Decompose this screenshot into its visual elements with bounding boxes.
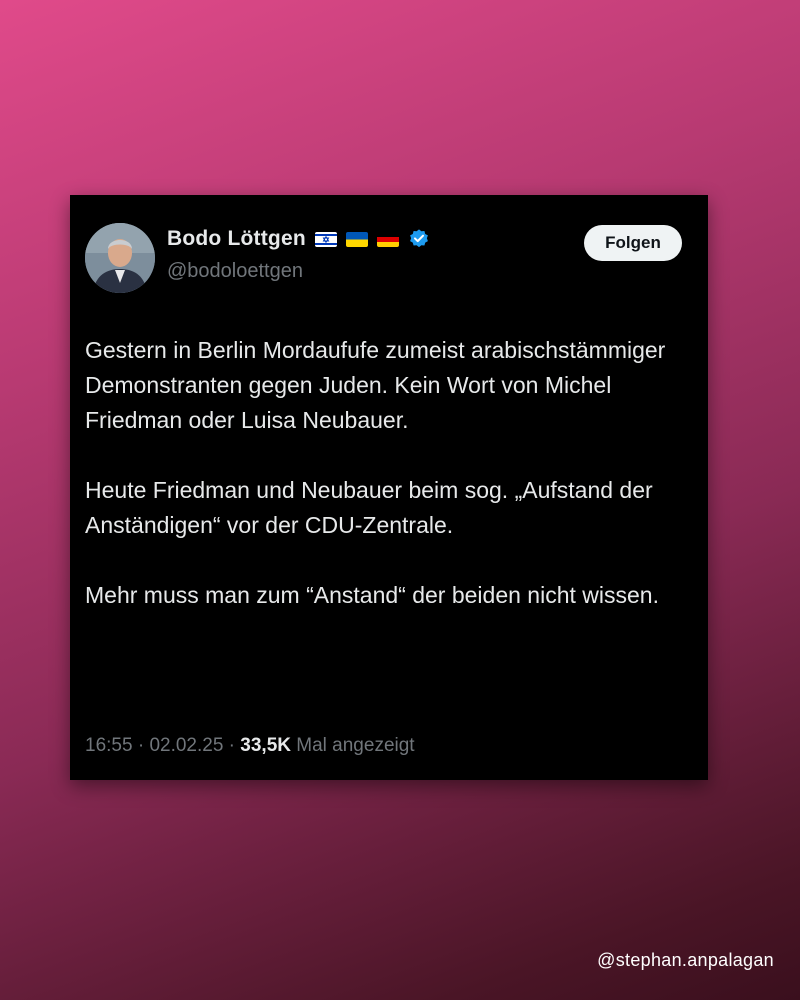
views-label: Mal angezeigt: [296, 735, 415, 756]
verified-badge-icon: [408, 228, 430, 250]
author-handle[interactable]: @bodoloettgen: [167, 260, 303, 283]
ukraine-flag-icon: [345, 231, 368, 247]
watermark: @stephan.anpalagan: [597, 950, 774, 970]
tweet-text: Gestern in Berlin Mordaufufe zumeist ara…: [85, 333, 695, 613]
author-display-name[interactable]: Bodo Löttgen: [167, 227, 306, 251]
tweet-meta: 16:55 · 02.02.25 · 33,5K Mal angezeigt: [85, 735, 415, 757]
israel-flag-icon: [314, 231, 337, 247]
meta-separator: ·: [223, 735, 241, 756]
follow-button[interactable]: Folgen: [584, 225, 682, 261]
author-name-row: Bodo Löttgen: [167, 227, 430, 251]
tweet-paragraph: Mehr muss man zum “Anstand“ der beiden n…: [85, 582, 659, 608]
tweet-paragraph: Heute Friedman und Neubauer beim sog. „A…: [85, 477, 653, 538]
tweet-paragraph: Gestern in Berlin Mordaufufe zumeist ara…: [85, 337, 666, 433]
views-count: 33,5K: [240, 735, 291, 756]
tweet-date[interactable]: 02.02.25: [149, 735, 223, 756]
germany-flag-icon: [376, 231, 399, 247]
tweet-time[interactable]: 16:55: [85, 735, 133, 756]
avatar[interactable]: [85, 223, 155, 293]
meta-separator: ·: [132, 735, 150, 756]
tweet-card: Bodo Löttgen @bodoloettgen Folgen Gester…: [70, 195, 708, 780]
